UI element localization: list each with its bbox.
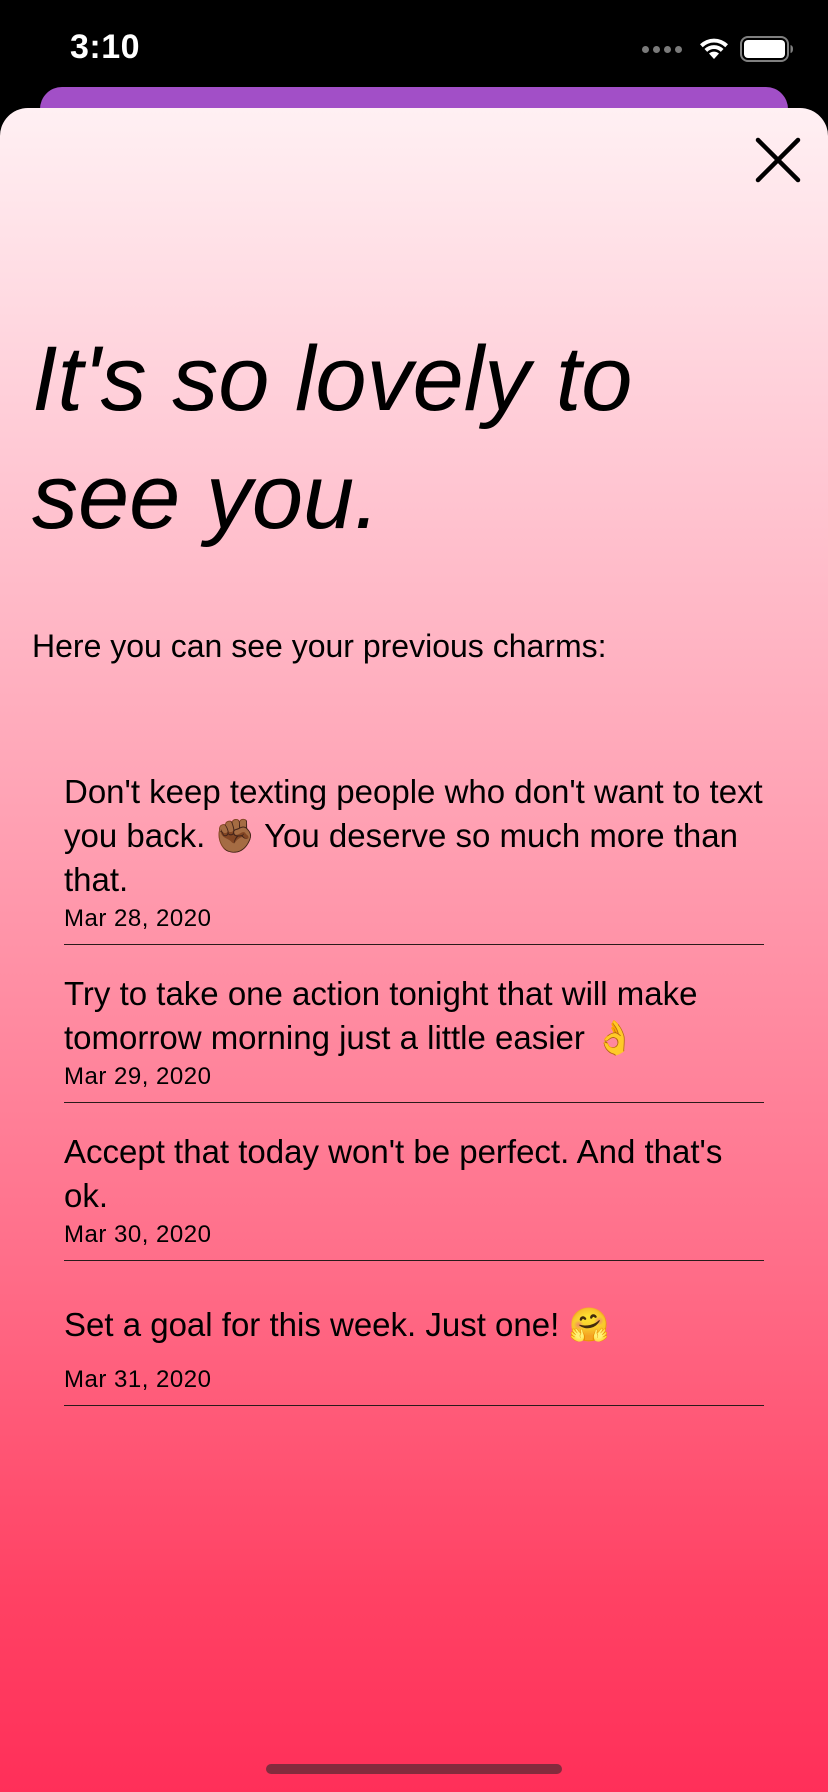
charm-list: Don't keep texting people who don't want… xyxy=(64,756,764,1406)
charm-item[interactable]: Try to take one action tonight that will… xyxy=(64,945,764,1103)
close-icon xyxy=(755,137,801,183)
screen: 3:10 It's so lovely to see you. Here you… xyxy=(0,0,828,1792)
charm-date: Mar 30, 2020 xyxy=(64,1221,212,1248)
charm-item[interactable]: Don't keep texting people who don't want… xyxy=(64,756,764,945)
close-button[interactable] xyxy=(750,132,806,188)
status-time: 3:10 xyxy=(70,28,141,66)
charms-modal: It's so lovely to see you. Here you can … xyxy=(0,108,828,1792)
cellular-signal-icon xyxy=(642,45,682,53)
status-bar: 3:10 xyxy=(0,0,828,100)
charm-date: Mar 28, 2020 xyxy=(64,905,212,932)
charm-text: Set a goal for this week. Just one! 🤗 xyxy=(64,1306,610,1343)
page-title: It's so lovely to see you. xyxy=(32,328,633,548)
charm-date: Mar 29, 2020 xyxy=(64,1063,212,1090)
charm-text: Accept that today won't be perfect. And … xyxy=(64,1133,723,1214)
charm-item[interactable]: Set a goal for this week. Just one! 🤗 Ma… xyxy=(64,1261,764,1406)
status-icons xyxy=(642,36,794,62)
home-indicator[interactable] xyxy=(266,1764,562,1774)
charm-text: Try to take one action tonight that will… xyxy=(64,975,698,1056)
charm-text: Don't keep texting people who don't want… xyxy=(64,773,763,898)
charm-date: Mar 31, 2020 xyxy=(64,1366,212,1393)
battery-icon xyxy=(740,36,793,62)
wifi-icon xyxy=(700,38,728,59)
subtitle: Here you can see your previous charms: xyxy=(32,628,607,664)
charm-item[interactable]: Accept that today won't be perfect. And … xyxy=(64,1103,764,1261)
